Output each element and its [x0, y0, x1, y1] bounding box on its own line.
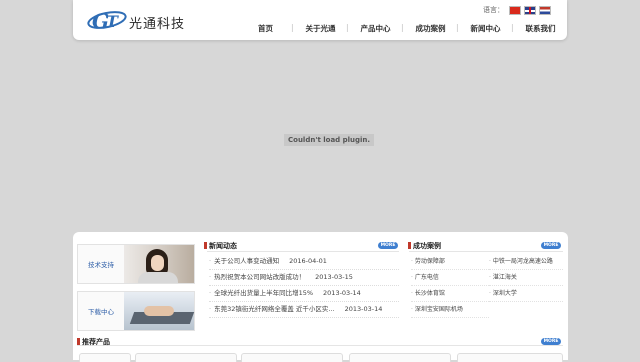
download-box[interactable]: 下载中心 — [77, 291, 195, 331]
cases-marker — [408, 242, 411, 249]
nav-home[interactable]: 首页 — [238, 23, 293, 34]
product-card[interactable] — [79, 353, 131, 362]
news-item-text: 东莞32镇街光纤网络全覆盖 近千小区实... — [214, 305, 335, 313]
logo-mark-icon: G T — [87, 9, 127, 33]
list-item[interactable]: · 中铁一局河龙高速公路 — [489, 254, 563, 270]
content-panel: 技术支持 下载中心 新闻动态 MORE · 关于公司人事变动通知 2016-04-0… — [73, 232, 568, 362]
cases-title: 成功案例 — [413, 242, 441, 250]
news-more-button[interactable]: MORE — [378, 242, 398, 249]
case-item-text: 中铁一局河龙高速公路 — [492, 258, 553, 265]
download-photo — [124, 292, 195, 330]
flag-cn-icon[interactable] — [509, 5, 521, 15]
support-photo — [124, 245, 194, 283]
cases-divider — [409, 251, 563, 252]
product-card[interactable] — [135, 353, 237, 362]
nav-about[interactable]: 关于光通 — [291, 23, 348, 34]
main-nav: 首页 关于光通 产品中心 成功案例 新闻中心 联系我们 — [238, 23, 568, 34]
case-item-text: 深圳宝安国际机场 — [414, 306, 463, 313]
language-switcher: 语言： — [483, 5, 551, 15]
list-item[interactable]: · 关于公司人事变动通知 2016-04-01 — [209, 254, 399, 270]
news-item-text: 全球光纤出货量上半年同比增15% — [214, 289, 314, 297]
list-item[interactable]: · 热烈祝贺本公司网站改版成功！ 2013-03-15 — [209, 270, 399, 286]
news-title: 新闻动态 — [209, 242, 237, 250]
logo-text: 光通科技 — [129, 17, 186, 32]
list-item[interactable]: · 湛江海关 — [489, 270, 563, 286]
cases-more-button[interactable]: MORE — [541, 242, 561, 249]
flag-nl-icon[interactable] — [539, 5, 551, 15]
products-title: 推荐产品 — [82, 338, 110, 346]
download-label: 下载中心 — [88, 308, 114, 316]
plugin-error-message: Couldn't load plugin. — [284, 134, 375, 146]
nav-cases[interactable]: 成功案例 — [401, 23, 458, 34]
news-divider — [207, 251, 399, 252]
products-divider — [77, 345, 563, 346]
news-item-text: 关于公司人事变动通知 — [214, 257, 280, 265]
case-item-text: 长沙体育馆 — [414, 290, 445, 297]
site-header: G T 光通科技 语言： 首页 关于光通 产品中心 成功案例 新闻中心 联系我们 — [73, 0, 567, 40]
nav-contact[interactable]: 联系我们 — [511, 23, 568, 34]
news-marker — [204, 242, 207, 249]
product-card[interactable] — [457, 353, 563, 362]
list-item[interactable]: · 劳动保障部 — [411, 254, 489, 270]
news-item-date: 2013-03-14 — [323, 289, 361, 297]
support-box[interactable]: 技术支持 — [77, 244, 195, 284]
product-card[interactable] — [349, 353, 451, 362]
site-logo[interactable]: G T 光通科技 — [87, 6, 197, 36]
news-list: · 关于公司人事变动通知 2016-04-01 · 热烈祝贺本公司网站改版成功！ 201… — [209, 254, 399, 318]
list-item[interactable]: · 长沙体育馆 — [411, 286, 489, 302]
cases-list: · 劳动保障部 · 中铁一局河龙高速公路 · 广东电信 · 湛江海关 · 长沙体育馆 · 深… — [411, 254, 563, 318]
svg-text:T: T — [106, 12, 119, 31]
news-item-date: 2013-03-15 — [315, 273, 353, 281]
list-item[interactable]: · 东莞32镇街光纤网络全覆盖 近千小区实... 2013-03-14 — [209, 302, 399, 318]
case-item-text: 广东电信 — [414, 274, 439, 281]
nav-products[interactable]: 产品中心 — [346, 23, 403, 34]
products-more-button[interactable]: MORE — [541, 338, 561, 345]
list-item[interactable]: · 深圳大学 — [489, 286, 563, 302]
case-item-text: 劳动保障部 — [414, 258, 445, 265]
case-item-text: 深圳大学 — [492, 290, 517, 297]
support-label: 技术支持 — [88, 261, 114, 269]
list-item[interactable]: · 广东电信 — [411, 270, 489, 286]
flag-uk-icon[interactable] — [524, 5, 536, 15]
list-item[interactable]: · 深圳宝安国际机场 — [411, 302, 489, 318]
language-label: 语言： — [483, 6, 504, 14]
list-item[interactable]: · 全球光纤出货量上半年同比增15% 2013-03-14 — [209, 286, 399, 302]
product-card[interactable] — [241, 353, 343, 362]
news-item-text: 热烈祝贺本公司网站改版成功！ — [214, 273, 306, 281]
news-item-date: 2013-03-14 — [344, 305, 383, 313]
products-marker — [77, 338, 80, 345]
news-item-date: 2016-04-01 — [289, 257, 327, 265]
nav-news[interactable]: 新闻中心 — [456, 23, 513, 34]
case-item-text: 湛江海关 — [492, 274, 517, 281]
